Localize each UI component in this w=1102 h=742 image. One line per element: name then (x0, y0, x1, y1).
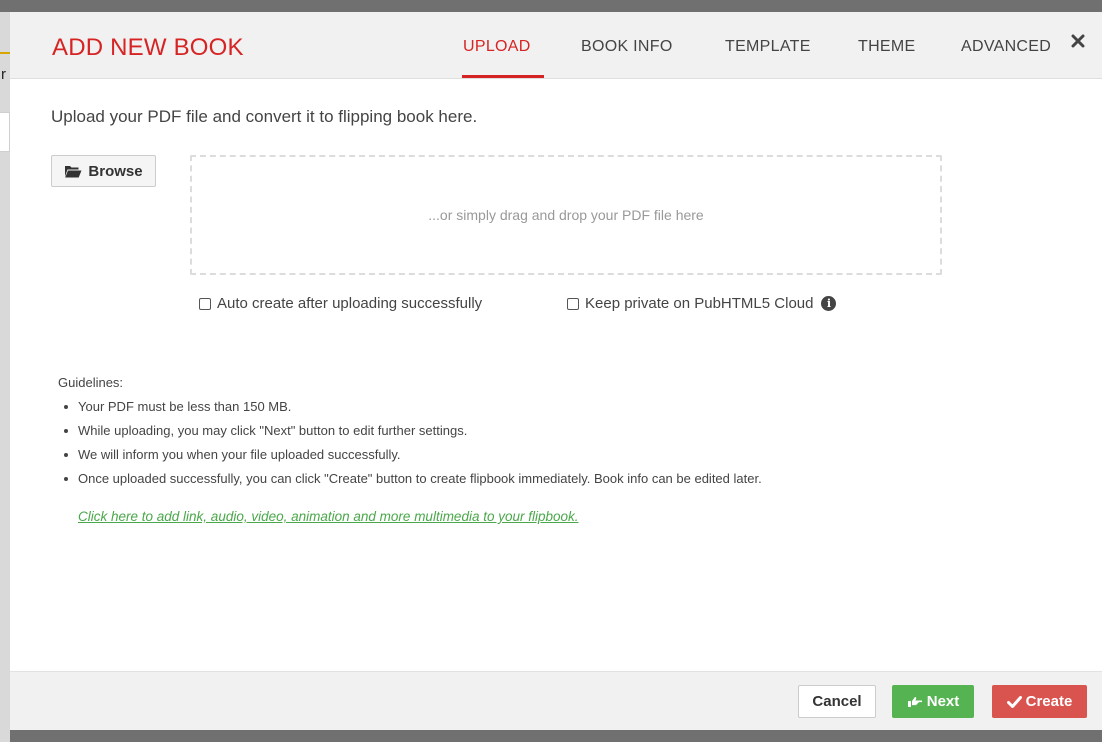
add-book-modal: ADD NEW BOOK UPLOAD BOOK INFO TEMPLATE T… (10, 12, 1102, 730)
pdf-dropzone[interactable]: ...or simply drag and drop your PDF file… (190, 155, 942, 275)
guideline-item: Your PDF must be less than 150 MB. (58, 398, 762, 422)
cancel-button[interactable]: Cancel (798, 685, 876, 718)
info-circle-icon[interactable]: i (821, 296, 837, 311)
next-button[interactable]: Next (892, 685, 974, 718)
upload-intro-text: Upload your PDF file and convert it to f… (51, 107, 478, 126)
check-icon (1006, 695, 1022, 708)
auto-create-label: Auto create after uploading successfully (217, 295, 483, 312)
tab-advanced[interactable]: ADVANCED (961, 38, 1051, 56)
guideline-item: Once uploaded successfully, you can clic… (58, 470, 762, 494)
tab-theme[interactable]: THEME (858, 38, 916, 56)
guidelines: Guidelines: Your PDF must be less than 1… (58, 375, 762, 494)
close-icon[interactable] (1071, 34, 1085, 48)
keep-private-checkbox[interactable] (567, 297, 579, 310)
keep-private-label: Keep private on PubHTML5 Cloud (585, 295, 814, 312)
background-input-fragment (0, 112, 10, 152)
browse-button[interactable]: Browse (51, 155, 156, 187)
modal-footer: Cancel Next Create (10, 671, 1102, 730)
background-accent-line (0, 52, 10, 54)
create-label: Create (1025, 693, 1073, 710)
auto-create-checkbox[interactable] (199, 297, 211, 310)
multimedia-link[interactable]: Click here to add link, audio, video, an… (78, 509, 579, 524)
next-label: Next (926, 693, 960, 710)
guideline-item: While uploading, you may click "Next" bu… (58, 422, 762, 446)
modal-title: ADD NEW BOOK (52, 34, 244, 61)
create-button[interactable]: Create (992, 685, 1087, 718)
tab-upload[interactable]: UPLOAD (463, 38, 531, 56)
auto-create-option[interactable]: Auto create after uploading successfully (199, 295, 482, 312)
active-tab-indicator (462, 75, 544, 78)
hand-point-right-icon (907, 696, 922, 707)
folder-open-icon (65, 166, 82, 178)
guidelines-title: Guidelines: (58, 375, 124, 390)
browse-label: Browse (88, 162, 143, 180)
tab-book-info[interactable]: BOOK INFO (581, 38, 673, 56)
background-text-fragment: r (1, 66, 6, 83)
dropzone-text: ...or simply drag and drop your PDF file… (428, 207, 704, 223)
cancel-label: Cancel (812, 693, 862, 710)
modal-header: ADD NEW BOOK UPLOAD BOOK INFO TEMPLATE T… (10, 12, 1102, 79)
tab-template[interactable]: TEMPLATE (725, 38, 811, 56)
guidelines-list: Your PDF must be less than 150 MB. While… (58, 398, 762, 494)
guideline-item: We will inform you when your file upload… (58, 446, 762, 470)
keep-private-option[interactable]: Keep private on PubHTML5 Cloud i (567, 295, 837, 312)
